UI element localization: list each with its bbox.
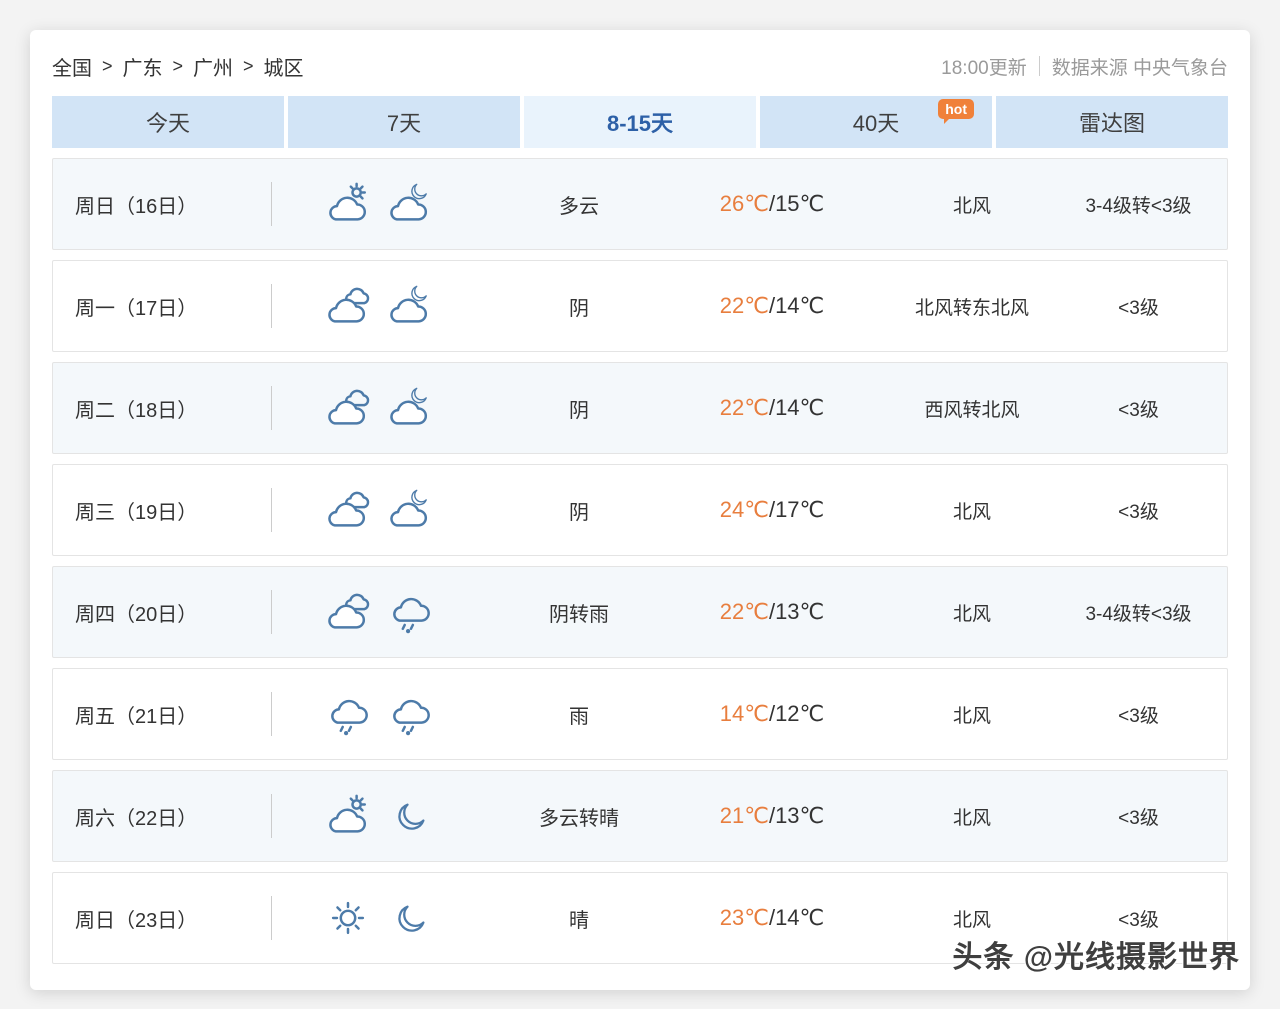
wind-direction: 北风转东北风: [914, 297, 1029, 319]
tab-8-15day[interactable]: 8-15天: [524, 96, 756, 148]
breadcrumb-district[interactable]: 城区: [264, 52, 304, 81]
breadcrumb-country[interactable]: 全国: [52, 52, 92, 81]
tab-40day[interactable]: 40天 hot: [760, 96, 992, 148]
tab-7day[interactable]: 7天: [288, 96, 520, 148]
breadcrumb-city[interactable]: 广州: [193, 52, 233, 81]
cloud-moon-icon: [387, 487, 433, 533]
wind-scale: 3-4级转<3级: [1085, 603, 1192, 625]
weather-card: 全国 > 广东 > 广州 > 城区 18:00更新 数据来源 中央气象台 今天 …: [30, 30, 1250, 990]
moon-icon: [387, 895, 433, 941]
sun-icon: [325, 895, 371, 941]
forecast-table: 周日（16日） 多云 26℃/15℃ 北风 3-4级转<3级 周一（17日） 阴…: [52, 158, 1228, 964]
forecast-row: 周二（18日） 阴 22℃/14℃ 西风转北风 <3级: [52, 362, 1228, 454]
moon-icon: [387, 793, 433, 839]
header: 全国 > 广东 > 广州 > 城区 18:00更新 数据来源 中央气象台: [52, 50, 1228, 82]
wind-scale: <3级: [1118, 909, 1159, 931]
wind-scale: <3级: [1118, 705, 1159, 727]
rain-icon: [387, 589, 433, 635]
temperature: 22℃/13℃: [719, 599, 825, 624]
rain-icon: [325, 691, 371, 737]
breadcrumb-separator: >: [243, 55, 254, 76]
cloud-moon-icon: [387, 385, 433, 431]
wind-direction: 西风转北风: [924, 399, 1020, 421]
wind-scale: <3级: [1118, 297, 1159, 319]
cloud-moon-icon: [387, 181, 433, 227]
temperature: 21℃/13℃: [719, 803, 825, 828]
wind-direction: 北风: [952, 603, 991, 625]
wind-direction: 北风: [952, 705, 991, 727]
wind-direction: 北风: [952, 807, 991, 829]
temperature: 22℃/14℃: [719, 293, 825, 318]
forecast-row: 周日（16日） 多云 26℃/15℃ 北风 3-4级转<3级: [52, 158, 1228, 250]
day-label: 周一（17日）: [75, 297, 198, 320]
day-label: 周六（22日）: [75, 807, 198, 830]
cloud-moon-icon: [387, 283, 433, 329]
weather-text: 雨: [569, 705, 589, 728]
weather-text: 阴: [569, 501, 589, 524]
forecast-row: 周六（22日） 多云转晴 21℃/13℃ 北风 <3级: [52, 770, 1228, 862]
weather-text: 多云转晴: [539, 807, 619, 830]
watermark: 头条 @光线摄影世界: [952, 941, 1240, 974]
weather-text: 晴: [569, 909, 589, 932]
weather-text: 多云: [559, 195, 599, 218]
forecast-row: 周五（21日） 雨 14℃/12℃ 北风 <3级: [52, 668, 1228, 760]
overcast-icon: [325, 385, 371, 431]
update-info: 18:00更新 数据来源 中央气象台: [941, 53, 1228, 80]
day-label: 周二（18日）: [75, 399, 198, 422]
day-label: 周日（23日）: [75, 909, 198, 932]
breadcrumb: 全国 > 广东 > 广州 > 城区: [52, 52, 304, 81]
wind-scale: 3-4级转<3级: [1085, 195, 1192, 217]
day-label: 周日（16日）: [75, 195, 198, 218]
forecast-row: 周一（17日） 阴 22℃/14℃ 北风转东北风 <3级: [52, 260, 1228, 352]
rain-icon: [387, 691, 433, 737]
breadcrumb-separator: >: [102, 55, 113, 76]
divider: [1038, 56, 1040, 76]
day-label: 周五（21日）: [75, 705, 198, 728]
hot-badge: hot: [938, 99, 974, 124]
overcast-icon: [325, 589, 371, 635]
tab-today[interactable]: 今天: [52, 96, 284, 148]
cloud-sun-icon: [325, 181, 371, 227]
temperature: 26℃/15℃: [719, 191, 825, 216]
temperature: 23℃/14℃: [719, 905, 825, 930]
overcast-icon: [325, 283, 371, 329]
wind-scale: <3级: [1118, 501, 1159, 523]
weather-text: 阴: [569, 399, 589, 422]
wind-scale: <3级: [1118, 399, 1159, 421]
breadcrumb-separator: >: [172, 55, 184, 76]
wind-direction: 北风: [952, 909, 991, 931]
forecast-row: 周三（19日） 阴 24℃/17℃ 北风 <3级: [52, 464, 1228, 556]
data-source: 数据来源 中央气象台: [1051, 57, 1228, 79]
overcast-icon: [325, 487, 371, 533]
weather-text: 阴: [569, 297, 589, 320]
breadcrumb-province[interactable]: 广东: [123, 52, 163, 81]
weather-text: 阴转雨: [549, 603, 609, 626]
temperature: 14℃/12℃: [719, 701, 825, 726]
wind-direction: 北风: [952, 195, 991, 217]
temperature: 22℃/14℃: [719, 395, 825, 420]
tab-radar[interactable]: 雷达图: [996, 96, 1228, 148]
wind-direction: 北风: [952, 501, 991, 523]
cloud-sun-icon: [325, 793, 371, 839]
temperature: 24℃/17℃: [719, 497, 825, 522]
update-time: 18:00更新: [941, 57, 1027, 79]
day-label: 周三（19日）: [75, 501, 198, 524]
forecast-row: 周四（20日） 阴转雨 22℃/13℃ 北风 3-4级转<3级: [52, 566, 1228, 658]
day-label: 周四（20日）: [75, 603, 198, 626]
wind-scale: <3级: [1118, 807, 1159, 829]
tab-bar: 今天 7天 8-15天 40天 hot 雷达图: [52, 96, 1228, 148]
